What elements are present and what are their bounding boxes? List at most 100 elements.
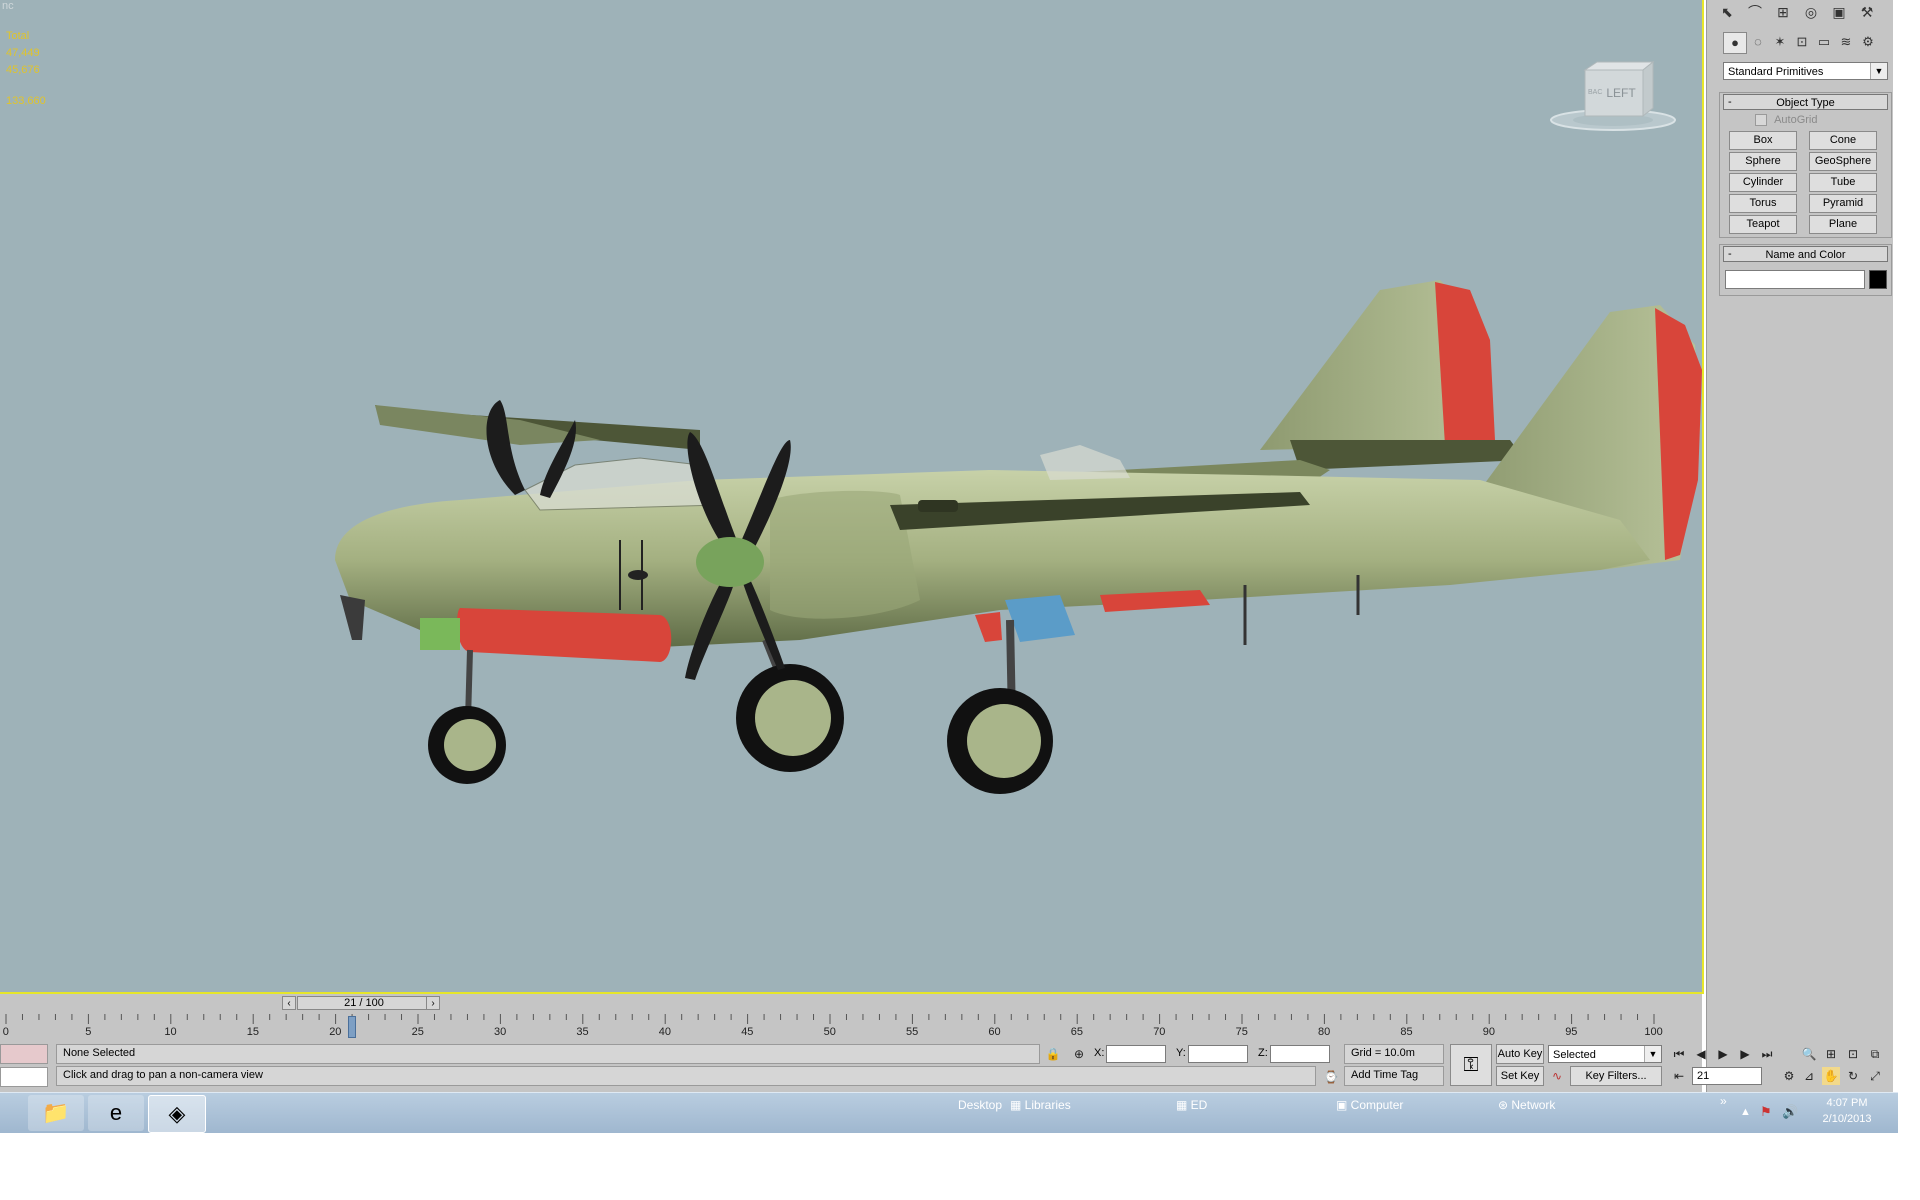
key-mode-dropdown[interactable]: Selected ▼ (1548, 1045, 1662, 1063)
libraries-link[interactable]: ▦ Libraries (1010, 1098, 1071, 1112)
command-panel: ⬉ ⌒ ⊞ ◎ ▣ ⚒ ● ◌ ✶ ⊡ ▭ ≋ ⚙ Standard Primi… (1706, 0, 1893, 1095)
z-field[interactable] (1270, 1045, 1330, 1063)
zoom-extents-all-icon[interactable]: ⧉ (1866, 1045, 1884, 1063)
tick-label: 80 (1318, 1026, 1331, 1038)
folder-icon: ▦ (1010, 1098, 1025, 1112)
orbit-icon[interactable]: ↻ (1844, 1067, 1862, 1085)
curve-icon[interactable]: ∿ (1548, 1067, 1566, 1085)
zoom-all-icon[interactable]: ⊞ (1822, 1045, 1840, 1063)
systems-icon[interactable]: ⚙ (1857, 32, 1879, 52)
tick-label: 20 (329, 1026, 342, 1038)
tick-label: 55 (906, 1026, 919, 1038)
current-frame-field[interactable]: 21 (1692, 1067, 1762, 1085)
explorer-icon[interactable]: 📁 (28, 1095, 84, 1131)
pyramid-button[interactable]: Pyramid (1809, 194, 1877, 213)
utilities-icon[interactable]: ⚒ (1855, 1, 1879, 23)
hierarchy-icon[interactable]: ⊞ (1771, 1, 1795, 23)
clock-time[interactable]: 4:07 PM (1812, 1097, 1882, 1109)
3dsmax-icon[interactable]: ◈ (148, 1095, 206, 1133)
object-color-swatch[interactable] (1869, 270, 1887, 289)
helpers-icon[interactable]: ▭ (1813, 32, 1835, 52)
motion-icon[interactable]: ◎ (1799, 1, 1823, 23)
time-slider[interactable]: 21 / 100 (297, 996, 431, 1010)
previous-frame-icon[interactable]: ◀ (1692, 1045, 1710, 1063)
lights-icon[interactable]: ✶ (1769, 32, 1791, 52)
maxscript-input[interactable] (0, 1067, 48, 1087)
maxscript-listener[interactable] (0, 1044, 48, 1064)
computer-link[interactable]: ▣ Computer (1336, 1098, 1403, 1112)
tick-label: 90 (1482, 1026, 1496, 1038)
zoom-icon[interactable]: 🔍 (1800, 1045, 1818, 1063)
sphere-button[interactable]: Sphere (1729, 152, 1797, 171)
auto-key-button[interactable]: Auto Key (1496, 1044, 1544, 1064)
tube-button[interactable]: Tube (1809, 173, 1877, 192)
object-name-field[interactable] (1725, 270, 1865, 289)
action-center-icon[interactable]: ⚑ (1760, 1104, 1772, 1120)
zoom-extents-icon[interactable]: ⊡ (1844, 1045, 1862, 1063)
add-time-tag[interactable]: Add Time Tag (1344, 1066, 1444, 1086)
cylinder-button[interactable]: Cylinder (1729, 173, 1797, 192)
play-icon[interactable]: ▶ (1714, 1045, 1732, 1063)
y-field[interactable] (1188, 1045, 1248, 1063)
internet-explorer-icon[interactable]: e (88, 1095, 144, 1131)
shapes-icon[interactable]: ◌ (1747, 32, 1769, 52)
prompt-line: Click and drag to pan a non-camera view (56, 1066, 1316, 1086)
select-icon[interactable]: ⬉ (1715, 1, 1739, 23)
object-type-header[interactable]: - Object Type (1723, 94, 1888, 110)
set-key-button[interactable]: Set Key (1496, 1066, 1544, 1086)
tick-label: 60 (988, 1026, 1001, 1038)
tick-label: 75 (1235, 1026, 1248, 1038)
field-of-view-icon[interactable]: ⊿ (1800, 1067, 1818, 1085)
prev-frame-arrow-icon[interactable]: ‹ (282, 996, 296, 1010)
selection-status: None Selected (56, 1044, 1040, 1064)
torus-button[interactable]: Torus (1729, 194, 1797, 213)
network-link[interactable]: ⊛ Network (1498, 1098, 1555, 1112)
volume-icon[interactable]: 🔊 (1782, 1104, 1798, 1120)
key-filters-button[interactable]: Key Filters... (1570, 1066, 1662, 1086)
autogrid-checkbox[interactable]: AutoGrid (1755, 114, 1875, 128)
display-icon[interactable]: ▣ (1827, 1, 1851, 23)
plane-button[interactable]: Plane (1809, 215, 1877, 234)
collapse-icon: - (1728, 96, 1732, 108)
geometry-icon[interactable]: ● (1723, 32, 1747, 54)
desktop-toolbar-label[interactable]: Desktop (958, 1098, 1002, 1112)
autogrid-box (1755, 114, 1767, 127)
tick-label: 95 (1565, 1026, 1578, 1038)
pan-hand-icon[interactable]: ✋ (1822, 1067, 1840, 1085)
geosphere-button[interactable]: GeoSphere (1809, 152, 1877, 171)
teapot-button[interactable]: Teapot (1729, 215, 1797, 234)
time-tag-icon[interactable]: ⌚ (1322, 1068, 1340, 1086)
set-key-big-icon[interactable]: ⚿ (1450, 1044, 1492, 1086)
clock-date[interactable]: 2/10/2013 (1812, 1113, 1882, 1125)
name-color-title: Name and Color (1765, 249, 1846, 261)
perspective-viewport[interactable]: nc Total 47,449 45,676 133,660 LEFT BAC (0, 0, 1704, 994)
category-dropdown[interactable]: Standard Primitives ▼ (1723, 62, 1888, 80)
lock-icon[interactable]: 🔒 (1044, 1045, 1062, 1063)
tick-label: 15 (246, 1026, 260, 1038)
modify-icon[interactable]: ⌒ (1743, 1, 1767, 23)
collapse-icon: - (1728, 248, 1732, 260)
next-frame-arrow-icon[interactable]: › (426, 996, 440, 1010)
go-to-end-icon[interactable]: ⏭ (1758, 1045, 1776, 1063)
next-frame-icon[interactable]: ▶ (1736, 1045, 1754, 1063)
maximize-viewport-icon[interactable]: ⤢ (1866, 1067, 1884, 1085)
go-to-start-icon[interactable]: ⏮ (1670, 1045, 1688, 1063)
playhead[interactable] (348, 1016, 357, 1038)
show-hidden-icons-icon[interactable]: ▲ (1740, 1106, 1751, 1118)
cameras-icon[interactable]: ⊡ (1791, 32, 1813, 52)
aircraft-model[interactable] (0, 0, 1702, 992)
cone-button[interactable]: Cone (1809, 131, 1877, 150)
chevron-down-icon: ▼ (1870, 63, 1887, 79)
ed-link[interactable]: ▦ ED (1176, 1098, 1207, 1112)
box-button[interactable]: Box (1729, 131, 1797, 150)
time-config-icon[interactable]: ⚙ (1780, 1067, 1798, 1085)
spacewarps-icon[interactable]: ≋ (1835, 32, 1857, 52)
tick-label: 35 (576, 1026, 589, 1038)
tick-label: 25 (411, 1026, 424, 1038)
x-field[interactable] (1106, 1045, 1166, 1063)
libraries-label: Libraries (1024, 1098, 1071, 1112)
name-color-header[interactable]: - Name and Color (1723, 246, 1888, 262)
absolute-mode-icon[interactable]: ⊕ (1070, 1045, 1088, 1063)
key-mode-toggle-icon[interactable]: ⇤ (1670, 1067, 1688, 1085)
toolbar-overflow-chevron[interactable]: » (1720, 1094, 1727, 1108)
